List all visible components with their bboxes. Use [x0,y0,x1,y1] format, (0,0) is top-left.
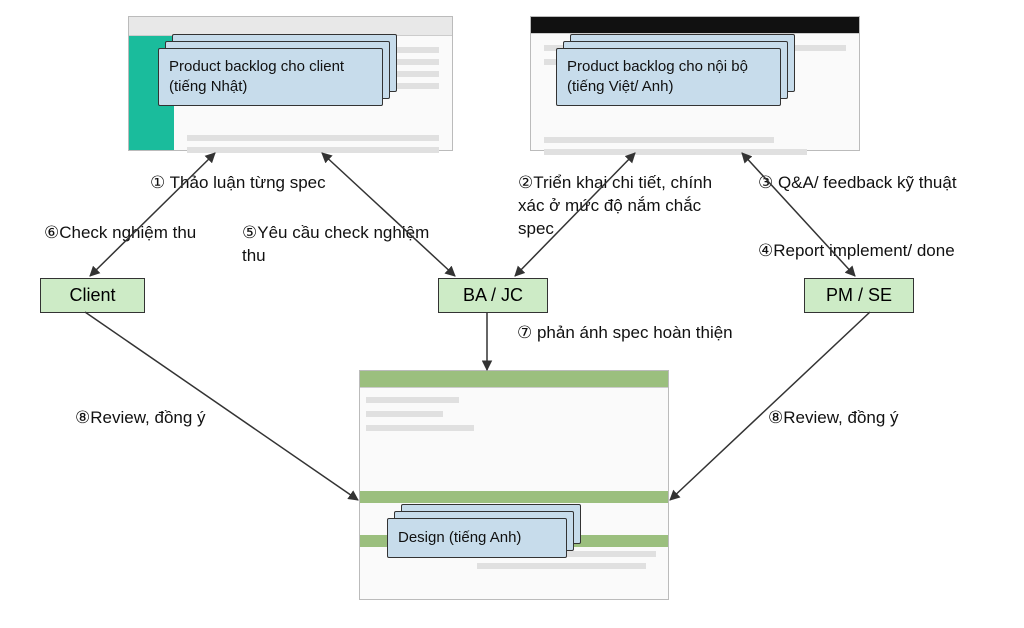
label-1-discuss-spec: ① Thảo luận từng spec [150,172,326,195]
label-3-qa-feedback: ③ Q&A/ feedback kỹ thuật [758,172,978,195]
note-internal-backlog-stack: Product backlog cho nội bộ (tiếng Việt/ … [556,48,786,114]
note-client-backlog-stack: Product backlog cho client (tiếng Nhật) [158,48,388,114]
role-pm-se: PM / SE [804,278,914,313]
label-8-review-left: ⑧Review, đồng ý [75,407,206,430]
label-7-reflect-spec: ⑦ phản ánh spec hoàn thiện [517,322,742,345]
label-5-request-check: ⑤Yêu cầu check nghiệm thu [242,222,432,268]
label-4-report-done: ④Report implement/ done [758,240,955,263]
role-ba-jc: BA / JC [438,278,548,313]
note-design-stack: Design (tiếng Anh) [387,518,577,568]
note-design: Design (tiếng Anh) [387,518,567,558]
label-8-review-right: ⑧Review, đồng ý [768,407,899,430]
note-internal-backlog: Product backlog cho nội bộ (tiếng Việt/ … [556,48,781,106]
label-6-check-accept: ⑥Check nghiệm thu [44,222,196,245]
role-client: Client [40,278,145,313]
label-2-implement-detail: ②Triển khai chi tiết, chính xác ở mức độ… [518,172,738,241]
note-client-backlog: Product backlog cho client (tiếng Nhật) [158,48,383,106]
